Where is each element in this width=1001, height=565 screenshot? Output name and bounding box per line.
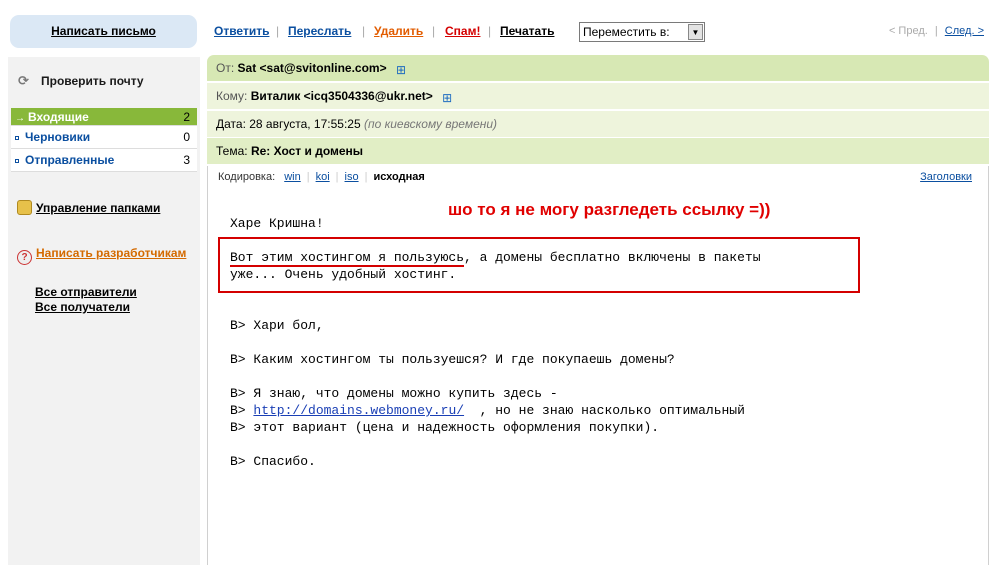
move-to-label: Переместить в: [583, 25, 670, 39]
print-button[interactable]: Печатать [500, 24, 554, 38]
to-label: Кому: [216, 89, 248, 103]
check-mail-button[interactable]: ⟳ Проверить почту [18, 73, 144, 89]
message-line: , а домены бесплатно включены в пакеты [464, 250, 761, 265]
encoding-separator: | [364, 171, 368, 183]
write-developers-label: Написать разработчикам [36, 246, 187, 260]
message-toolbar: Ответить | Переслать | Удалить | Спам! |… [214, 22, 994, 42]
delete-button[interactable]: Удалить [374, 24, 423, 38]
quoted-line: , но не знаю насколько оптимальный [464, 403, 745, 418]
reply-button[interactable]: Ответить [214, 24, 269, 38]
add-contact-icon[interactable]: ⊞ [396, 64, 408, 76]
message-text: Харе Кришна! Вот этим хостингом я пользу… [230, 215, 761, 470]
encoding-koi[interactable]: koi [316, 171, 330, 183]
question-icon: ? [17, 250, 32, 265]
write-developers-link[interactable]: ? Написать разработчикам [17, 246, 186, 265]
from-label: От: [216, 61, 235, 75]
compose-button[interactable]: Написать письмо [10, 15, 197, 48]
underlined-text: Вот этим хостингом я пользуюсь [230, 250, 465, 267]
pager: < Пред. | След. > [889, 25, 984, 37]
encoding-separator: | [306, 171, 310, 183]
from-value[interactable]: Sat <sat@svitonline.com> [238, 61, 387, 75]
date-label: Дата: [216, 117, 246, 131]
encoding-bar: Кодировка: win | koi | iso | исходная [218, 171, 425, 183]
encoding-separator: | [335, 171, 339, 183]
quoted-prefix: B> [230, 403, 254, 418]
check-mail-label: Проверить почту [41, 74, 144, 88]
refresh-icon: ⟳ [18, 73, 29, 88]
toolbar-separator: | [432, 24, 436, 38]
folder-drafts[interactable]: Черновики 0 [11, 126, 197, 149]
folder-label: Черновики [25, 130, 91, 144]
manage-folders-label: Управление папками [36, 201, 161, 215]
date-note: (по киевскому времени) [363, 117, 498, 131]
webmoney-link[interactable]: http://domains.webmoney.ru/ [253, 403, 464, 418]
prev-link[interactable]: < Пред. [889, 25, 928, 37]
forward-button[interactable]: Переслать [288, 24, 351, 38]
quoted-line: B> Хари бол, [230, 318, 324, 333]
to-value[interactable]: Виталик <icq3504336@ukr.net> [251, 89, 433, 103]
square-bullet-icon [15, 158, 19, 163]
message-body: Кодировка: win | koi | iso | исходная Заголовк… [207, 166, 989, 565]
folders-icon [17, 200, 32, 215]
folder-count: 2 [183, 110, 190, 124]
quoted-line: B> Спасибо. [230, 454, 316, 469]
encoding-win[interactable]: win [284, 171, 301, 183]
date-value: 28 августа, 17:55:25 [249, 117, 361, 131]
add-contact-icon[interactable]: ⊞ [442, 92, 454, 104]
sidebar: ⟳ Проверить почту → Входящие 2 Черновики 0… [8, 57, 200, 565]
subject-label: Тема: [216, 144, 248, 158]
header-from: От: Sat <sat@svitonline.com> ⊞ [207, 55, 989, 82]
dropdown-arrow-icon: ▼ [688, 24, 703, 40]
encoding-current: исходная [373, 171, 425, 183]
folder-count: 3 [183, 153, 190, 167]
toolbar-separator: | [276, 24, 280, 38]
move-to-select[interactable]: Переместить в: ▼ [579, 22, 705, 42]
pager-separator: | [934, 25, 938, 37]
spam-button[interactable]: Спам! [445, 24, 480, 38]
header-subject: Тема: Re: Хост и домены [207, 138, 989, 165]
compose-label: Написать письмо [51, 24, 156, 38]
encoding-iso[interactable]: iso [345, 171, 359, 183]
folder-inbox[interactable]: → Входящие 2 [11, 108, 197, 126]
folder-sent[interactable]: Отправленные 3 [11, 149, 197, 172]
message-line: уже... Очень удобный хостинг. [230, 267, 457, 282]
all-recipients-link[interactable]: Все получатели [35, 300, 137, 315]
header-to: Кому: Виталик <icq3504336@ukr.net> ⊞ [207, 83, 989, 110]
all-senders-link[interactable]: Все отправители [35, 285, 137, 300]
subject-value: Re: Хост и домены [250, 144, 364, 158]
folder-label: Отправленные [25, 153, 115, 167]
encoding-label: Кодировка: [218, 171, 276, 183]
quoted-line: B> этот вариант (цена и надежность оформ… [230, 420, 660, 435]
quoted-line: B> Я знаю, что домены можно купить здесь… [230, 386, 558, 401]
folder-count: 0 [183, 130, 190, 144]
folder-label: Входящие [28, 110, 89, 124]
quoted-line: B> Каким хостингом ты пользуешся? И где … [230, 352, 675, 367]
headers-link[interactable]: Заголовки [920, 171, 972, 183]
toolbar-separator: | [488, 24, 492, 38]
address-links: Все отправители Все получатели [35, 285, 137, 315]
toolbar-separator: | [362, 24, 366, 38]
square-bullet-icon [15, 135, 19, 140]
manage-folders-link[interactable]: Управление папками [17, 200, 160, 215]
message-line: Харе Кришна! [230, 216, 324, 231]
header-date: Дата: 28 августа, 17:55:25 (по киевскому… [207, 111, 989, 138]
folder-list: → Входящие 2 Черновики 0 Отправленные 3 [11, 108, 197, 172]
message-header: От: Sat <sat@svitonline.com> ⊞ Кому: Вит… [207, 55, 989, 166]
next-link[interactable]: След. > [945, 25, 984, 37]
